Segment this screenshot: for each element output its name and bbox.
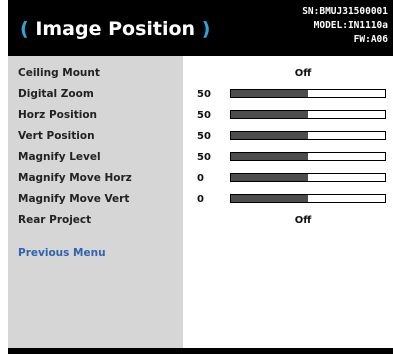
slider-fill	[231, 153, 308, 160]
device-info: SN:BMUJ31500001 MODEL:IN1110a FW:A06	[302, 5, 388, 47]
menu-item-magnify-move-vert[interactable]: Magnify Move Vert 0	[8, 190, 393, 209]
previous-menu-link[interactable]: Previous Menu	[18, 244, 106, 263]
osd-header: ( Image Position ) SN:BMUJ31500001 MODEL…	[8, 0, 393, 56]
rear-project-value[interactable]: Off	[278, 211, 328, 230]
vert-position-number: 50	[197, 131, 211, 142]
horz-position-number: 50	[197, 110, 211, 121]
menu-panel: Ceiling Mount Off Digital Zoom 50 Horz P…	[8, 56, 393, 348]
menu-item-magnify-level[interactable]: Magnify Level 50	[8, 148, 393, 167]
slider-fill	[231, 132, 308, 139]
menu-item-magnify-move-horz[interactable]: Magnify Move Horz 0	[8, 169, 393, 188]
magnify-move-horz-slider[interactable]	[230, 173, 386, 182]
menu-item-label: Horz Position	[18, 109, 98, 121]
title-close-paren-icon: )	[201, 18, 211, 40]
model-number: MODEL:IN1110a	[313, 20, 388, 31]
horz-position-slider[interactable]	[230, 110, 386, 119]
menu-item-label: Rear Project	[18, 214, 92, 226]
magnify-move-horz-number: 0	[197, 173, 204, 184]
ceiling-mount-value[interactable]: Off	[278, 64, 328, 83]
serial-number: SN:BMUJ31500001	[302, 6, 388, 17]
menu-item-horz-position[interactable]: Horz Position 50	[8, 106, 393, 125]
slider-fill	[231, 174, 308, 181]
firmware-version: FW:A06	[353, 34, 388, 45]
digital-zoom-slider[interactable]	[230, 89, 386, 98]
vert-position-slider[interactable]	[230, 131, 386, 140]
menu-title-text: Image Position	[35, 18, 196, 40]
magnify-level-number: 50	[197, 152, 211, 163]
digital-zoom-number: 50	[197, 89, 211, 100]
menu-item-label: Magnify Level	[18, 151, 101, 163]
menu-item-label: Magnify Move Vert	[18, 193, 130, 205]
slider-fill	[231, 195, 308, 202]
menu-item-rear-project[interactable]: Rear Project Off	[8, 211, 393, 230]
osd-bottom-bar	[8, 348, 393, 354]
menu-title: ( Image Position )	[20, 14, 210, 44]
menu-item-label: Digital Zoom	[18, 88, 94, 100]
title-open-paren-icon: (	[20, 18, 29, 40]
menu-item-label: Vert Position	[18, 130, 95, 142]
menu-item-digital-zoom[interactable]: Digital Zoom 50	[8, 85, 393, 104]
menu-item-vert-position[interactable]: Vert Position 50	[8, 127, 393, 146]
slider-fill	[231, 111, 308, 118]
menu-item-ceiling-mount[interactable]: Ceiling Mount Off	[8, 64, 393, 83]
magnify-move-vert-slider[interactable]	[230, 194, 386, 203]
menu-item-label: Ceiling Mount	[18, 67, 100, 79]
image-position-osd: ( Image Position ) SN:BMUJ31500001 MODEL…	[8, 0, 393, 354]
menu-item-label: Magnify Move Horz	[18, 172, 132, 184]
magnify-move-vert-number: 0	[197, 194, 204, 205]
slider-fill	[231, 90, 308, 97]
magnify-level-slider[interactable]	[230, 152, 386, 161]
